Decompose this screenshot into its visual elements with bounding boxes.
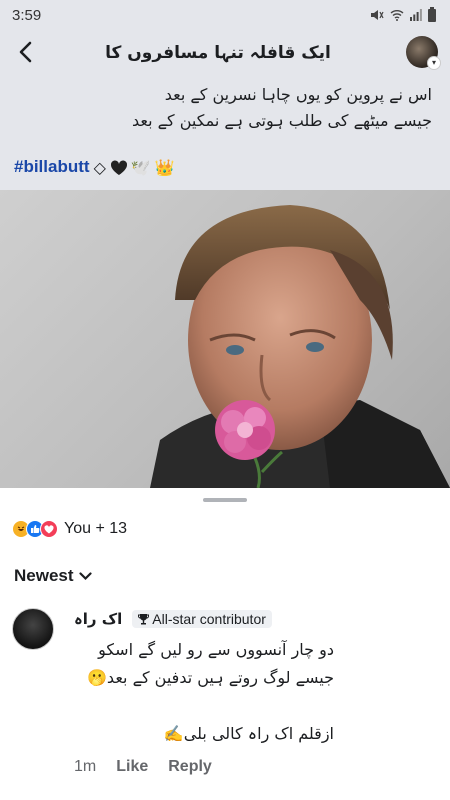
black-heart-icon [110,159,127,175]
hashtag-link[interactable]: #billabutt [14,157,90,177]
wifi-icon [390,10,404,21]
like-button[interactable]: Like [116,758,148,776]
reaction-count: You + 13 [64,520,128,537]
trophy-icon [138,614,150,625]
contributor-badge: All-star contributor [132,610,272,628]
battery-icon [428,6,436,22]
commenter-name[interactable]: اک راہ [74,610,122,628]
back-button[interactable] [18,37,48,67]
dove-icon: 🕊️ [130,157,151,177]
comment-line-blank [74,692,334,720]
post-tags: #billabutt ◇ 🕊️ 👑 [0,140,450,190]
diamond-icon: ◇ [93,157,106,177]
reactions-summary[interactable]: You + 13 [0,502,450,542]
comment-item: اک راہ All-star contributor دو چار آنسوو… [0,608,450,776]
status-icons [370,6,436,22]
comment-text: دو چار آنسووں سے رو لیں گے اسکو جیسے لوگ… [74,636,334,748]
crown-icon: 👑 [154,157,175,177]
comment-line: ازقلم اک راہ کالی بلی✍️ [163,724,334,743]
comment-body: اک راہ All-star contributor دو چار آنسوو… [74,608,438,776]
comment-line: جیسے لوگ روتے ہیں تدفین کے بعد🫢 [87,668,334,687]
post-photo[interactable] [0,190,450,488]
sort-label: Newest [14,566,74,585]
sort-dropdown[interactable]: Newest [0,566,120,586]
comment-header: اک راہ All-star contributor [74,610,438,628]
reply-button[interactable]: Reply [168,758,212,776]
portrait-image [150,205,450,488]
post-text: اس نے پروین کو یوں چاہا نسرین کے بعد جیس… [0,74,450,140]
group-title[interactable]: ایک قافلہ تنہا مسافروں کا [48,42,406,63]
comment-line: دو چار آنسووں سے رو لیں گے اسکو [98,640,334,659]
love-icon [40,520,58,538]
status-time: 3:59 [12,6,42,24]
group-avatar[interactable]: ▾ [406,36,441,70]
chevron-down-icon [78,571,92,580]
post-line: اس نے پروین کو یوں چاہا نسرین کے بعد [164,85,432,104]
chevron-left-icon [19,41,32,63]
comment-time: 1m [74,758,97,775]
commenter-avatar[interactable] [12,608,54,650]
chevron-down-icon: ▾ [427,56,441,70]
mute-icon [371,10,384,20]
comment-actions: 1m Like Reply [74,758,438,776]
signal-icon [410,9,422,21]
comments-sheet: You + 13 Newest اک راہ All-star contribu… [0,490,450,800]
post-line: جیسے میٹھے کی طلب ہوتی ہے نمکین کے بعد [131,111,432,130]
status-bar: 3:59 [0,0,450,30]
header: ایک قافلہ تنہا مسافروں کا ▾ [0,30,450,74]
badge-label: All-star contributor [152,611,266,627]
